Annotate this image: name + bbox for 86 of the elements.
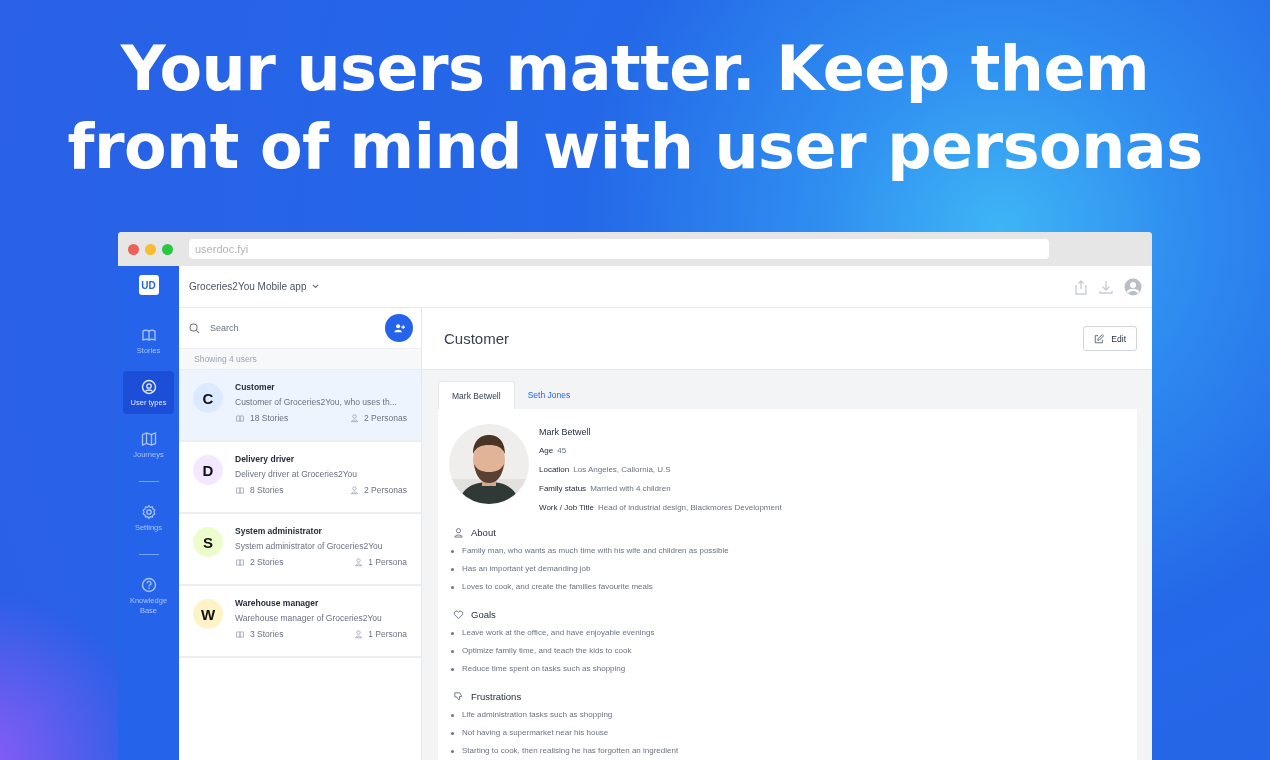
stories-count: 8 Stories — [250, 485, 284, 495]
list-item: Life administration tasks such as shopping — [462, 709, 613, 721]
account-icon[interactable] — [1124, 277, 1142, 296]
add-user-button[interactable] — [385, 314, 413, 342]
personas-count: 2 Personas — [364, 485, 407, 495]
person-icon — [354, 557, 364, 567]
user-type-name: Delivery driver — [235, 454, 296, 464]
maximize-dot[interactable] — [162, 243, 173, 255]
avatar-initial: D — [193, 455, 223, 485]
download-icon[interactable] — [1098, 278, 1114, 295]
chevron-down-icon — [312, 284, 320, 289]
list-item: Loves to cook, and create the families favourite meals — [462, 581, 653, 593]
personas-count: 1 Persona — [368, 557, 407, 567]
edit-icon — [1094, 333, 1105, 344]
list-item: Optimize family time, and teach the kids to cook — [462, 645, 632, 657]
bullet-icon — [451, 667, 454, 671]
user-type-description: Warehouse manager of Groceries2You — [235, 613, 383, 623]
section-heading: Frustrations — [471, 691, 522, 702]
stories-count: 3 Stories — [250, 629, 284, 639]
list-item: Has an important yet demanding job — [462, 563, 591, 575]
stories-count: 18 Stories — [250, 413, 289, 423]
section-heading: About — [471, 527, 496, 538]
user-type-item[interactable]: W Warehouse manager Warehouse manager of Groceries2You 3 Stories 1 Persona — [179, 586, 421, 658]
book-icon — [235, 485, 245, 495]
share-icon[interactable] — [1074, 278, 1088, 295]
avatar-initial: S — [193, 527, 223, 557]
bullet-icon — [451, 549, 454, 553]
logo[interactable]: UD — [138, 275, 159, 295]
list-item: Family man, who wants as much time with his wife and children as possible — [462, 545, 729, 557]
thumbs-down-icon — [453, 691, 464, 702]
persona-field: Location Los Angeles, Caliornia, U.S — [539, 465, 782, 476]
avatar-initial: C — [193, 383, 223, 413]
search-icon — [189, 322, 200, 334]
bullet-icon — [451, 631, 454, 635]
minimize-dot[interactable] — [145, 243, 156, 255]
headline: Your users matter. Keep them front of mind with user personas — [66, 31, 1204, 185]
user-circle-icon — [140, 379, 157, 395]
project-dropdown[interactable]: Groceries2You Mobile app — [189, 281, 320, 292]
person-icon — [354, 629, 364, 639]
list-item: Reduce time spent on tasks such as shopping — [462, 663, 626, 675]
help-icon — [140, 577, 157, 593]
user-type-name: System administrator — [235, 526, 323, 536]
user-count: Showing 4 users — [179, 349, 421, 370]
persona-tab[interactable]: Mark Betwell — [438, 381, 515, 409]
heart-icon — [453, 609, 464, 620]
book-icon — [235, 629, 245, 639]
page-title: Customer — [444, 330, 510, 347]
person-icon — [350, 413, 359, 423]
bullet-icon — [451, 731, 454, 735]
close-dot[interactable] — [128, 243, 139, 255]
add-user-icon — [393, 323, 405, 333]
persona-field: Family status Married with 4 children — [539, 484, 782, 495]
person-icon — [453, 527, 464, 538]
stories-count: 2 Stories — [250, 557, 284, 567]
user-type-description: System administrator of Groceries2You — [235, 541, 384, 551]
persona-field: Work / Job Title Head of industrial design, Blackmores Development — [539, 503, 782, 514]
personas-count: 1 Persona — [368, 629, 407, 639]
user-type-name: Warehouse manager — [235, 598, 320, 608]
user-type-description: Customer of Groceries2You, who uses th... — [235, 397, 398, 407]
person-icon — [350, 485, 359, 495]
bullet-icon — [451, 713, 454, 717]
bullet-icon — [451, 749, 454, 753]
search-field[interactable]: Search — [208, 322, 377, 334]
section-heading: Goals — [471, 609, 496, 620]
settings-icon — [140, 504, 157, 520]
user-type-item[interactable]: C Customer Customer of Groceries2You, who uses th... 18 Stories 2 Personas — [179, 370, 421, 442]
persona-field: Age 45 — [539, 446, 782, 457]
list-item: Not having a supermarket near his house — [462, 727, 609, 739]
list-item: Leave work at the office, and have enjoyable evenings — [462, 627, 655, 639]
user-type-item[interactable]: S System administrator System administrator of Groceries2You 2 Stories 1 Persona — [179, 514, 421, 586]
book-icon — [235, 557, 245, 567]
bullet-icon — [451, 585, 454, 589]
user-type-description: Delivery driver at Groceries2You — [235, 469, 359, 479]
avatar-initial: W — [193, 599, 223, 629]
list-item: Starting to cook, then realising he has forgotten an ingredient — [462, 745, 679, 757]
persona-name: Mark Betwell — [539, 427, 592, 438]
bullet-icon — [451, 567, 454, 571]
book-icon — [235, 413, 245, 423]
persona-tab[interactable]: Seth Jones — [514, 381, 584, 409]
personas-count: 2 Personas — [364, 413, 407, 423]
bullet-icon — [451, 649, 454, 653]
user-type-name: Customer — [235, 382, 276, 392]
book-icon — [140, 327, 157, 343]
user-type-item[interactable]: D Delivery driver Delivery driver at Groceries2You 8 Stories 2 Personas — [179, 442, 421, 514]
map-icon — [140, 431, 157, 447]
edit-button[interactable]: Edit — [1083, 326, 1137, 351]
